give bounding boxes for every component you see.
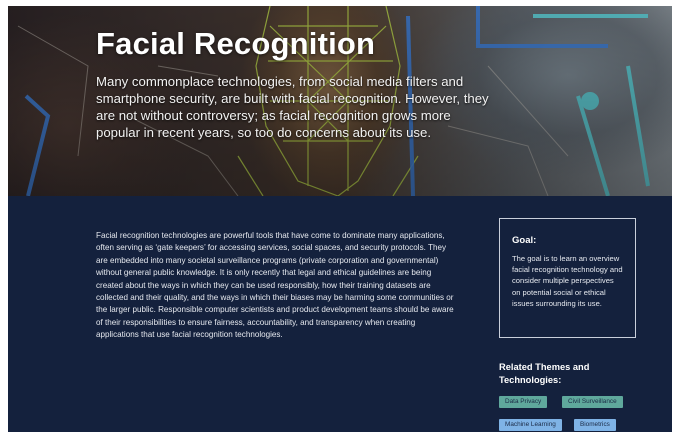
hero-description: Many commonplace technologies, from soci…	[96, 74, 489, 140]
goal-text: The goal is to learn an overview facial …	[512, 254, 623, 308]
hero-banner: Facial Recognition Many commonplace tech…	[8, 6, 672, 196]
page-title: Facial Recognition	[96, 26, 376, 61]
tag-data-privacy[interactable]: Data Privacy	[499, 396, 548, 408]
tag-biometrics[interactable]: Biometrics	[574, 419, 616, 431]
page-frame: Facial Recognition Many commonplace tech…	[8, 6, 672, 432]
tag-civil-surveillance[interactable]: Civil Surveillance	[562, 396, 623, 408]
related-themes-heading: Related Themes and Technologies:	[499, 362, 590, 385]
tag-machine-learning[interactable]: Machine Learning	[499, 419, 562, 431]
goal-title: Goal:	[512, 235, 537, 246]
intro-paragraph: Facial recognition technologies are powe…	[96, 231, 454, 340]
goal-panel: Goal: The goal is to learn an overview f…	[499, 218, 636, 338]
